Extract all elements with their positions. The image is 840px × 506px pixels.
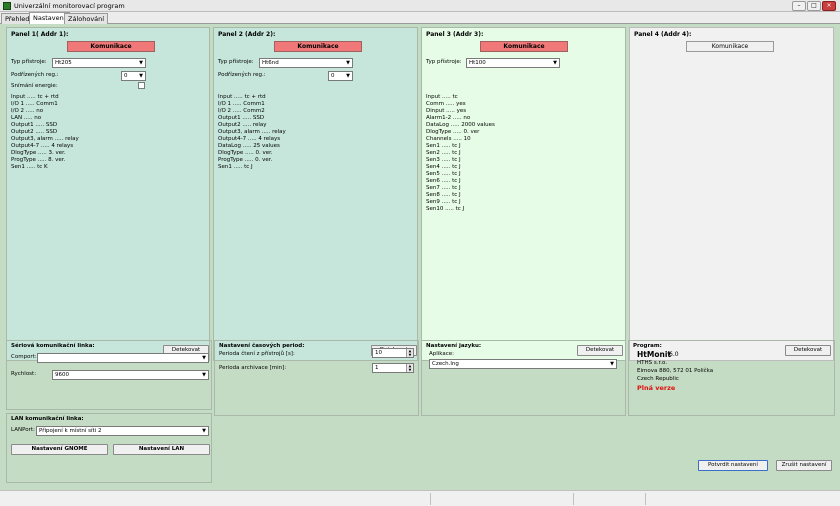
gnome-settings-button[interactable]: Nastavení GNOME	[11, 444, 108, 455]
chevron-down-icon: ▼	[139, 73, 143, 79]
lanport-select[interactable]: Připojení k místní síti 2 ▼	[36, 426, 209, 436]
program-company: HTHS s.r.o.	[637, 360, 668, 366]
lanport-label: LANPort:	[11, 427, 35, 433]
panel-1-typ-select[interactable]: Ht205 ▼	[52, 58, 146, 68]
status-bar	[0, 490, 840, 506]
panel-1-title: Panel 1( Addr 1):	[11, 31, 69, 38]
rychlost-label: Rychlost:	[11, 371, 37, 377]
panel-2-typ-select[interactable]: Ht6nd ▼	[259, 58, 353, 68]
panel-1-typ-label: Typ přístroje:	[11, 59, 47, 65]
panel-1-podr-select[interactable]: 0 ▼	[121, 71, 146, 81]
panel-4: Panel 4 (Addr 4): Komunikace Detekovat	[629, 27, 834, 361]
comport-select[interactable]: ▼	[37, 353, 209, 363]
panel-2-podr-select[interactable]: 0 ▼	[328, 71, 353, 81]
program-country: Czech Republic	[637, 376, 679, 382]
panel-1-info: Input ..... tc + rtd I/O 1 ..... Comm1 I…	[11, 94, 79, 170]
comport-label: Comport:	[11, 354, 37, 360]
program-title: Program:	[633, 343, 662, 349]
chevron-down-icon: ▼	[553, 60, 557, 66]
panel-2-komunikace-button[interactable]: Komunikace	[274, 41, 362, 52]
panel-3: Panel 3 (Addr 3): Komunikace Typ přístro…	[421, 27, 626, 361]
panel-3-title: Panel 3 (Addr 3):	[426, 31, 484, 38]
window-title: Univerzální monitorovací program	[14, 2, 125, 10]
chevron-down-icon: ▼	[610, 361, 614, 367]
read-period-spinner[interactable]: 10 ▲ ▼	[372, 348, 414, 358]
program-group: Program: HtMonit 6.0 HTHS s.r.o. Eimova …	[628, 340, 835, 416]
time-periods-group: Nastavení časových period: Perioda čtení…	[214, 340, 419, 416]
panel-3-typ-label: Typ přístroje:	[426, 59, 462, 65]
chevron-down-icon: ▼	[346, 73, 350, 79]
read-period-value: 10	[375, 350, 382, 356]
language-group: Nastavení jazyku: Aplikace: Czech.lng ▼	[421, 340, 626, 416]
status-separator	[430, 493, 431, 505]
panel-3-typ-select[interactable]: Ht100 ▼	[466, 58, 560, 68]
panel-3-typ-value: Ht100	[469, 60, 486, 66]
archive-period-value: 1	[375, 365, 379, 371]
panel-1-snimani-checkbox[interactable]	[138, 82, 145, 89]
panel-2: Panel 2 (Addr 2): Komunikace Typ přístro…	[213, 27, 418, 361]
archive-period-spinner[interactable]: 1 ▲ ▼	[372, 363, 414, 373]
tab-bar: Přehled Nastavení Zálohování	[0, 12, 840, 24]
tab-zalohovani[interactable]: Zálohování	[64, 13, 109, 24]
panel-1-podr-value: 0	[124, 73, 128, 79]
panel-4-komunikace-button[interactable]: Komunikace	[686, 41, 774, 52]
spin-down-icon[interactable]: ▼	[406, 368, 413, 372]
serial-link-title: Sériová komunikační linka:	[11, 343, 95, 349]
panel-3-info: Input ..... tc Comm ..... yes Dinput ...…	[426, 94, 495, 212]
close-button[interactable]: ×	[822, 1, 836, 11]
program-address: Eimova 880, 572 01 Polička	[637, 368, 714, 374]
panel-1-typ-value: Ht205	[55, 60, 72, 66]
read-period-label: Perioda čtení z přístrojů [s]:	[219, 351, 295, 357]
lan-settings-button[interactable]: Nastavení LAN	[113, 444, 210, 455]
app-language-label: Aplikace:	[429, 351, 455, 357]
minimize-button[interactable]: –	[792, 1, 806, 11]
confirm-settings-button[interactable]: Potvrdit nastavení	[698, 460, 768, 471]
panel-2-title: Panel 2 (Addr 2):	[218, 31, 276, 38]
panel-1-komunikace-button[interactable]: Komunikace	[67, 41, 155, 52]
chevron-down-icon: ▼	[202, 355, 206, 361]
cancel-settings-button[interactable]: Zrušit nastavení	[776, 460, 832, 471]
program-name: HtMonit	[637, 350, 671, 359]
panel-1-podr-label: Podřízených reg.:	[11, 72, 59, 78]
chevron-down-icon: ▼	[202, 428, 206, 434]
time-periods-title: Nastavení časových period:	[219, 343, 305, 349]
panel-3-komunikace-button[interactable]: Komunikace	[480, 41, 568, 52]
rychlost-value: 9600	[55, 372, 69, 378]
chevron-down-icon: ▼	[139, 60, 143, 66]
program-edition: Plná verze	[637, 384, 676, 392]
lanport-value: Připojení k místní síti 2	[39, 428, 102, 434]
app-language-value: Czech.lng	[432, 361, 459, 367]
status-separator	[645, 493, 646, 505]
app-icon	[3, 2, 11, 10]
panel-2-podr-value: 0	[331, 73, 335, 79]
archive-period-label: Perioda archivace [min]:	[219, 365, 287, 371]
chevron-down-icon: ▼	[202, 372, 206, 378]
title-bar: Univerzální monitorovací program – □ ×	[0, 0, 840, 12]
rychlost-select[interactable]: 9600 ▼	[52, 370, 209, 380]
panel-1: Panel 1( Addr 1): Komunikace Typ přístro…	[6, 27, 210, 361]
program-version: 6.0	[669, 351, 679, 358]
panel-2-typ-label: Typ přístroje:	[218, 59, 254, 65]
language-title: Nastavení jazyku:	[426, 343, 482, 349]
lan-link-group: LAN komunikační linka: LANPort: Připojen…	[6, 413, 212, 483]
panel-4-title: Panel 4 (Addr 4):	[634, 31, 692, 38]
lan-link-title: LAN komunikační linka:	[11, 416, 84, 422]
chevron-down-icon: ▼	[346, 60, 350, 66]
maximize-button[interactable]: □	[807, 1, 821, 11]
panel-2-typ-value: Ht6nd	[262, 60, 279, 66]
settings-content: Panel 1( Addr 1): Komunikace Typ přístro…	[0, 24, 840, 490]
status-separator	[573, 493, 574, 505]
panel-1-snimani-label: Snímání energie:	[11, 83, 58, 89]
app-language-select[interactable]: Czech.lng ▼	[429, 359, 617, 369]
panel-2-info: Input ..... tc + rtd I/O 1 ..... Comm1 I…	[218, 94, 286, 170]
panel-2-podr-label: Podřízených reg.:	[218, 72, 266, 78]
spin-down-icon[interactable]: ▼	[406, 353, 413, 357]
serial-link-group: Sériová komunikační linka: Comport: ▼ Ry…	[6, 340, 212, 410]
